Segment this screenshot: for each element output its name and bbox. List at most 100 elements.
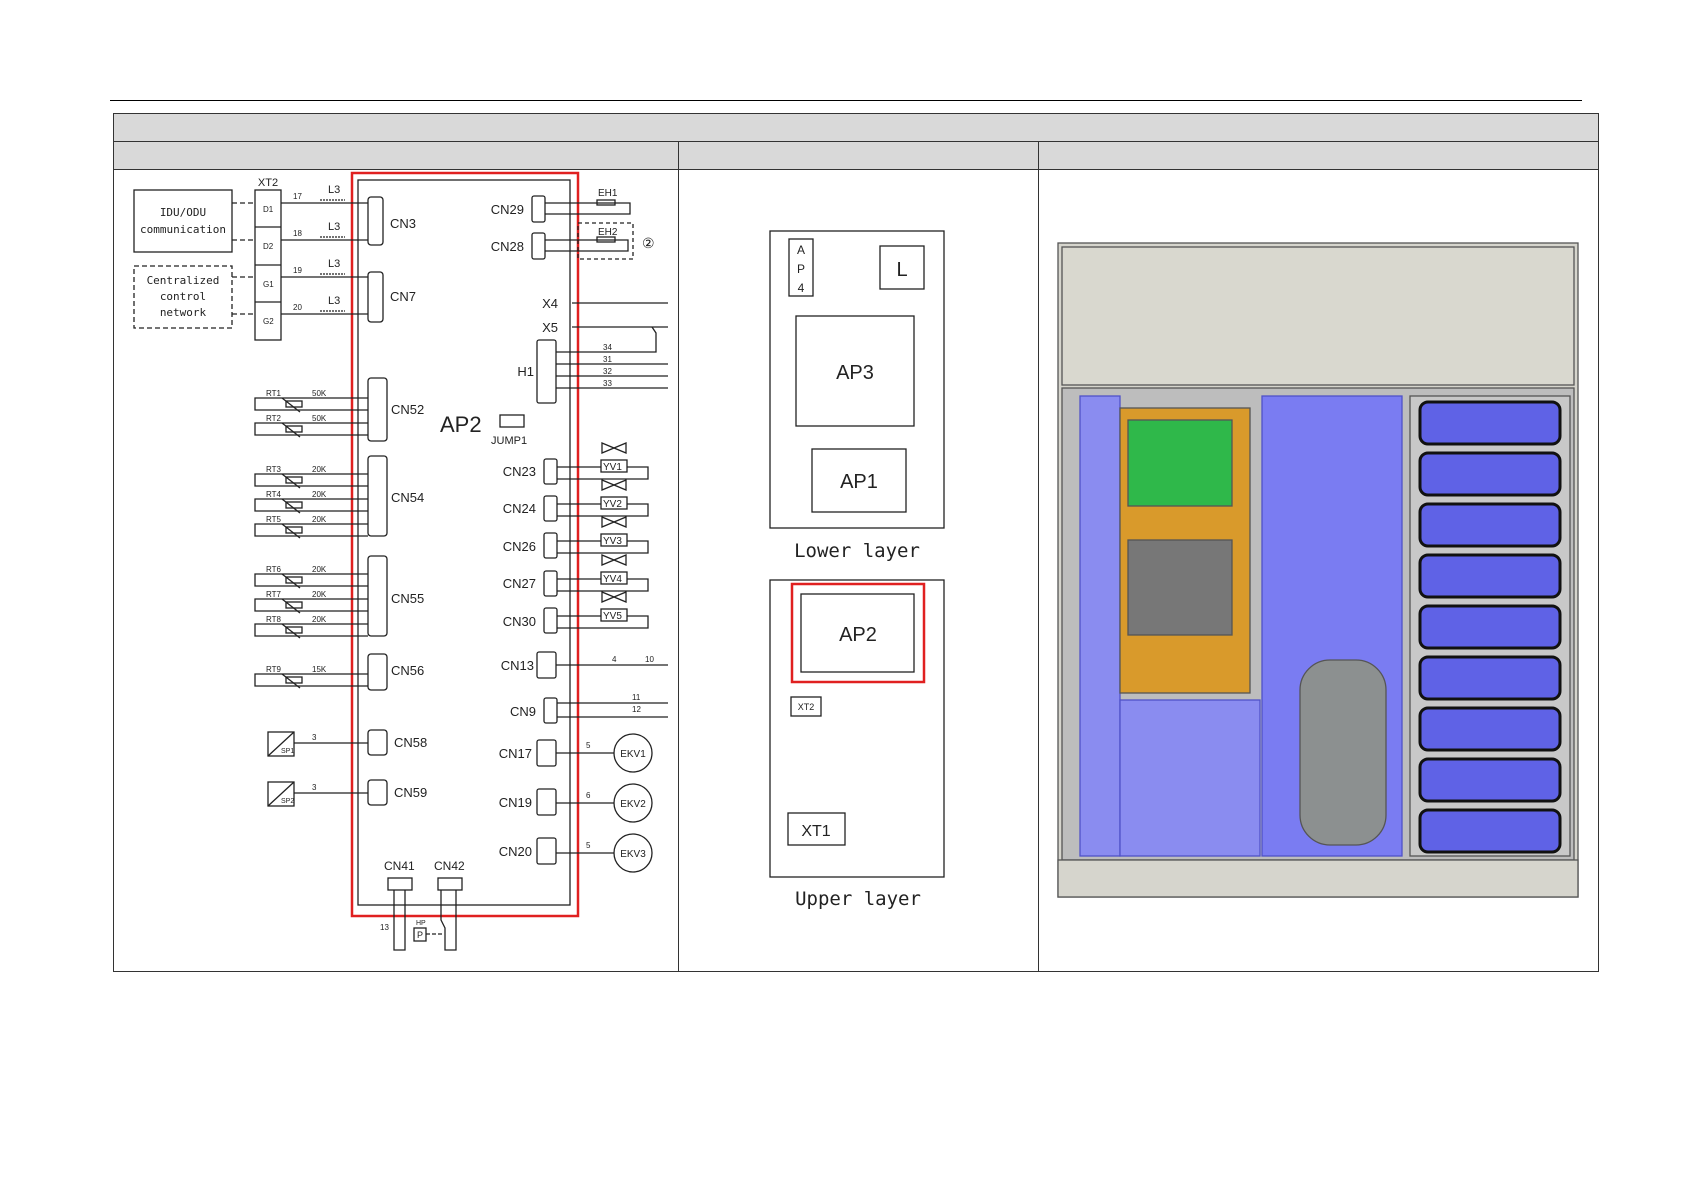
sensor-label: RT8 (266, 615, 282, 624)
xt2-label: XT2 (258, 177, 278, 189)
condenser-slat (1418, 502, 1562, 548)
wire-count: 3 (312, 733, 317, 742)
valve-icon (601, 554, 627, 566)
board-label: AP2 (440, 412, 482, 437)
ap4-label: P (797, 262, 805, 276)
wire-number: 34 (603, 343, 612, 352)
hp-label: HP (416, 920, 426, 927)
xt1-location-label: XT1 (801, 823, 830, 840)
condenser-slat (1418, 808, 1562, 854)
thermistor-icon (285, 501, 303, 509)
central-label: Centralized (147, 274, 220, 287)
cn42-connector (437, 877, 463, 891)
connector-label-cn41: CN41 (384, 859, 415, 873)
connector-label-cn55: CN55 (391, 591, 424, 606)
sensor-label: RT6 (266, 565, 282, 574)
condenser-slat (1418, 706, 1562, 752)
wire-number: 20 (293, 303, 302, 312)
terminal-label: D1 (263, 205, 274, 214)
wire-count: 3 (312, 783, 317, 792)
terminal-label: G1 (263, 280, 274, 289)
valve-icon (601, 591, 627, 603)
hp-symbol: P (417, 930, 423, 940)
condenser-slat (1418, 757, 1562, 803)
sensor-label: RT1 (266, 389, 282, 398)
wire-number: 19 (293, 266, 302, 275)
jumper-icon (499, 414, 525, 428)
sensor-label: RT7 (266, 590, 282, 599)
sensor-value: 20K (312, 590, 327, 599)
wiring-diagram: AP2 IDU/ODU communication Centralized co… (133, 171, 1579, 951)
connector-label-cn20: CN20 (499, 844, 532, 859)
sensor-label: RT3 (266, 465, 282, 474)
connector-label-cn27: CN27 (503, 576, 536, 591)
left-connectors (367, 196, 388, 806)
connector-label-cn26: CN26 (503, 539, 536, 554)
terminal-label: D2 (263, 242, 274, 251)
note-mark: ② (642, 235, 655, 251)
terminal-label: G2 (263, 317, 274, 326)
sensor-value: 20K (312, 615, 327, 624)
sensor-value: 20K (312, 490, 327, 499)
ap4-label: 4 (798, 281, 805, 295)
ap1-label: AP1 (840, 471, 878, 493)
sp1-label: SP1 (281, 748, 294, 755)
filter-label: L3 (328, 184, 340, 196)
condenser-slat (1418, 553, 1562, 599)
wire-number: 12 (632, 705, 641, 714)
outdoor-unit-illustration (1057, 242, 1579, 898)
filter-label: L3 (328, 295, 340, 307)
idu-odu-box (133, 189, 233, 253)
connector-label-x4: X4 (542, 296, 558, 311)
connector-label-cn58: CN58 (394, 735, 427, 750)
connector-label-cn9: CN9 (510, 704, 536, 719)
valve-icon (601, 516, 627, 528)
connector-label-x5: X5 (542, 320, 558, 335)
sensor-value: 15K (312, 665, 327, 674)
connector-label-cn54: CN54 (391, 490, 424, 505)
cn41-connector (387, 877, 413, 891)
thermistor-icon (285, 526, 303, 534)
sensor-value: 20K (312, 565, 327, 574)
wire-count: 4 (612, 655, 617, 664)
connector-label-cn30: CN30 (503, 614, 536, 629)
connector-label-h1: H1 (517, 364, 534, 379)
connector-label-cn23: CN23 (503, 464, 536, 479)
condenser-slat (1418, 451, 1562, 497)
sp2-label: SP2 (281, 798, 294, 805)
sensor-value: 20K (312, 515, 327, 524)
sensor-label: RT2 (266, 414, 282, 423)
connector-label-cn52: CN52 (391, 402, 424, 417)
thermistor-icon (285, 601, 303, 609)
condenser-slat (1418, 604, 1562, 650)
jumper-label: JUMP1 (491, 435, 527, 447)
connector-label-cn19: CN19 (499, 795, 532, 810)
wire-number: 18 (293, 229, 302, 238)
sensor-label: RT4 (266, 490, 282, 499)
sensor-value: 50K (312, 389, 327, 398)
idu-label: IDU/ODU (160, 206, 206, 219)
valve-label: YV1 (603, 462, 622, 473)
connector-label-cn42: CN42 (434, 859, 465, 873)
thermistor-icon (285, 626, 303, 634)
ekv-label: EKV1 (620, 749, 646, 760)
wire-number: 13 (380, 923, 389, 932)
condenser-slat (1418, 400, 1562, 446)
valve-label: YV3 (603, 536, 622, 547)
filter-label: L3 (328, 258, 340, 270)
connector-label-cn7: CN7 (390, 289, 416, 304)
sensor-label: RT9 (266, 665, 282, 674)
connector-label-cn29: CN29 (491, 202, 524, 217)
valve-label: YV5 (603, 611, 622, 622)
thermistor-icon (285, 425, 303, 433)
ap4-label: A (797, 243, 805, 257)
sensor-label: RT5 (266, 515, 282, 524)
thermistor-icon (285, 400, 303, 408)
wire-number: 10 (645, 655, 654, 664)
connector-label-cn3: CN3 (390, 216, 416, 231)
ekv-label: EKV3 (620, 849, 646, 860)
wire-count: 5 (586, 741, 591, 750)
central-label: control (160, 290, 206, 303)
valve-label: YV4 (603, 574, 622, 585)
eh1-label: EH1 (598, 188, 618, 199)
